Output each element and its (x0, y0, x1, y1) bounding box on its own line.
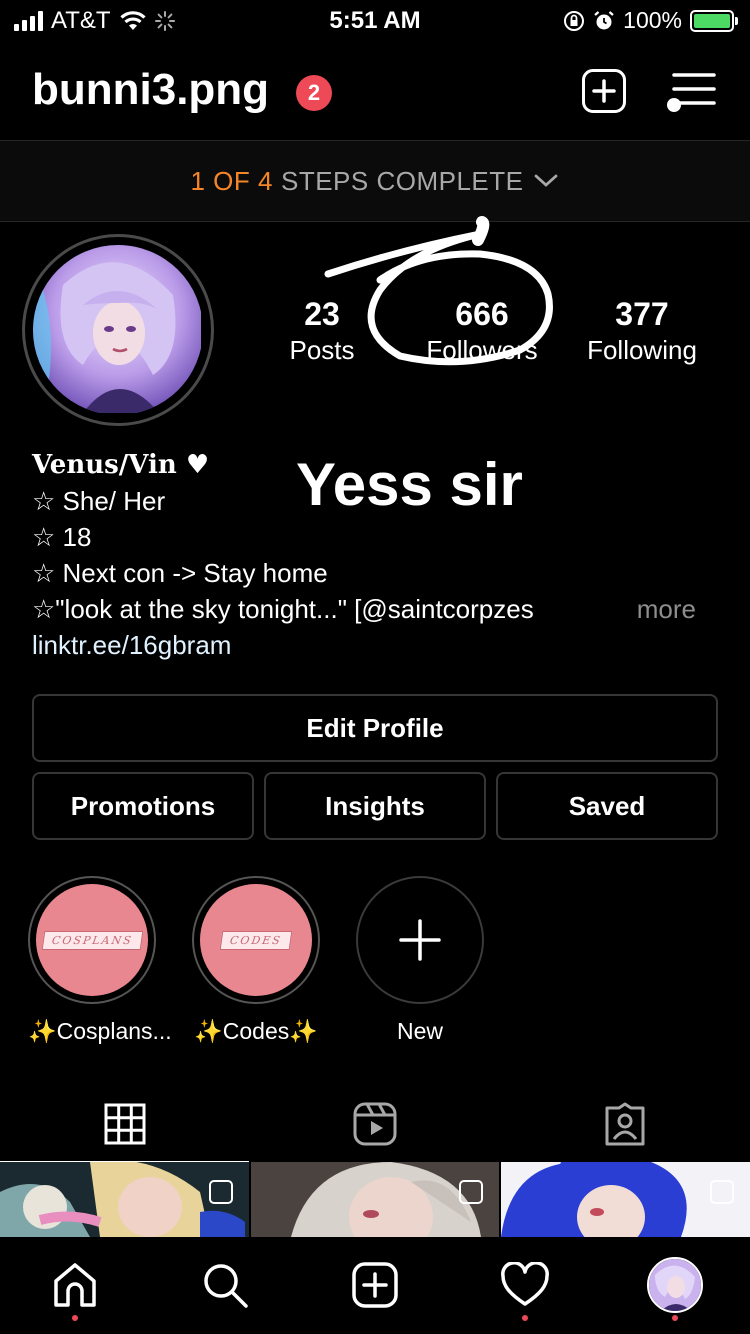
profile-avatar-icon (649, 1259, 701, 1311)
nav-create[interactable] (349, 1259, 401, 1311)
posts-stat[interactable]: 23 Posts (247, 295, 397, 367)
notification-badge[interactable]: 2 (296, 75, 332, 111)
profile-tabs (0, 1085, 750, 1163)
tab-grid[interactable] (0, 1085, 250, 1163)
highlight-ring: CODES (192, 876, 320, 1004)
posts-label: Posts (289, 335, 355, 365)
post-thumbnail[interactable] (501, 1162, 750, 1237)
posts-count: 23 (304, 296, 340, 332)
tab-reels[interactable] (250, 1085, 500, 1163)
highlight-label: ✨Cosplans... (28, 1018, 172, 1044)
create-post-icon (352, 1262, 398, 1308)
steps-progress: 1 OF 4 (190, 165, 273, 196)
nav-search[interactable] (199, 1259, 251, 1311)
plus-icon (399, 919, 441, 961)
search-icon (204, 1264, 248, 1308)
following-count: 377 (615, 296, 669, 332)
insights-button[interactable]: Insights (264, 772, 486, 840)
followers-count: 666 (455, 296, 509, 332)
avatar-illustration (33, 245, 201, 413)
highlight-cosplans[interactable]: COSPLANS ✨Cosplans... (28, 876, 172, 1045)
create-post-button[interactable] (582, 69, 626, 113)
highlight-label: New (396, 1018, 443, 1044)
orientation-lock-icon (564, 10, 585, 31)
reels-icon (353, 1102, 397, 1146)
status-right: 100% (563, 7, 738, 34)
highlight-cover-tag: CODES (219, 930, 293, 950)
bio-line: ☆ Next con -> Stay home (32, 558, 328, 588)
following-stat[interactable]: 377 Following (567, 295, 717, 367)
activity-notification-dot (522, 1315, 528, 1321)
alarm-icon (594, 10, 614, 29)
grid-icon (104, 1103, 146, 1145)
bio-more-link[interactable]: more (637, 591, 696, 627)
home-notification-dot (72, 1315, 78, 1321)
steps-complete-banner[interactable]: 1 OF 4 STEPS COMPLETE (0, 140, 750, 222)
overlay-caption: Yess sir (296, 451, 523, 518)
heart-icon (501, 1262, 549, 1306)
highlight-codes[interactable]: CODES ✨Codes✨ (192, 876, 320, 1045)
battery-percent: 100% (623, 7, 682, 33)
bottom-navigation (0, 1237, 750, 1334)
home-icon (54, 1263, 96, 1307)
username-title[interactable]: bunni3.png (32, 65, 269, 115)
battery-icon (690, 9, 738, 32)
promotions-button[interactable]: Promotions (32, 772, 254, 840)
tab-tagged[interactable] (500, 1085, 750, 1163)
bio-website-link[interactable]: linktr.ee/16gbram (32, 627, 712, 663)
avatar (33, 245, 203, 415)
highlight-cover: COSPLANS (36, 884, 148, 996)
nav-profile[interactable] (647, 1257, 703, 1313)
plus-icon (592, 79, 616, 103)
profile-header: bunni3.png 2 (32, 55, 718, 130)
chevron-down-icon (535, 174, 558, 187)
steps-status: STEPS COMPLETE (280, 165, 524, 196)
post-thumbnail[interactable] (0, 1162, 249, 1237)
posts-grid (0, 1162, 750, 1237)
post-thumbnail[interactable] (250, 1162, 500, 1237)
highlight-label: ✨Codes✨ (194, 1018, 318, 1044)
menu-icon[interactable] (666, 71, 718, 115)
status-bar: AT&T 5:51 AM 100% (0, 0, 750, 40)
new-highlight-button[interactable]: New (356, 876, 484, 1045)
edit-profile-button[interactable]: Edit Profile (32, 694, 718, 762)
profile-notification-dot (672, 1315, 678, 1321)
profile-avatar-ring[interactable] (22, 234, 214, 426)
following-label: Following (587, 335, 697, 365)
new-highlight-ring (356, 876, 484, 1004)
followers-stat[interactable]: 666 Followers (407, 295, 557, 367)
highlight-cover-tag: COSPLANS (41, 930, 143, 950)
bio-line: ☆ 18 (32, 522, 92, 552)
nav-activity[interactable] (499, 1259, 551, 1311)
multiple-posts-icon (710, 1180, 735, 1204)
highlight-ring: COSPLANS (28, 876, 156, 1004)
battery-fill (694, 13, 730, 28)
highlight-cover: CODES (200, 884, 312, 996)
saved-button[interactable]: Saved (496, 772, 718, 840)
bio-line: ☆"look at the sky tonight..." [@saintcor… (32, 594, 534, 624)
multiple-posts-icon (208, 1180, 233, 1204)
tagged-icon (605, 1102, 645, 1146)
followers-label: Followers (426, 335, 538, 365)
multiple-posts-icon (459, 1180, 484, 1204)
nav-home[interactable] (49, 1259, 101, 1311)
